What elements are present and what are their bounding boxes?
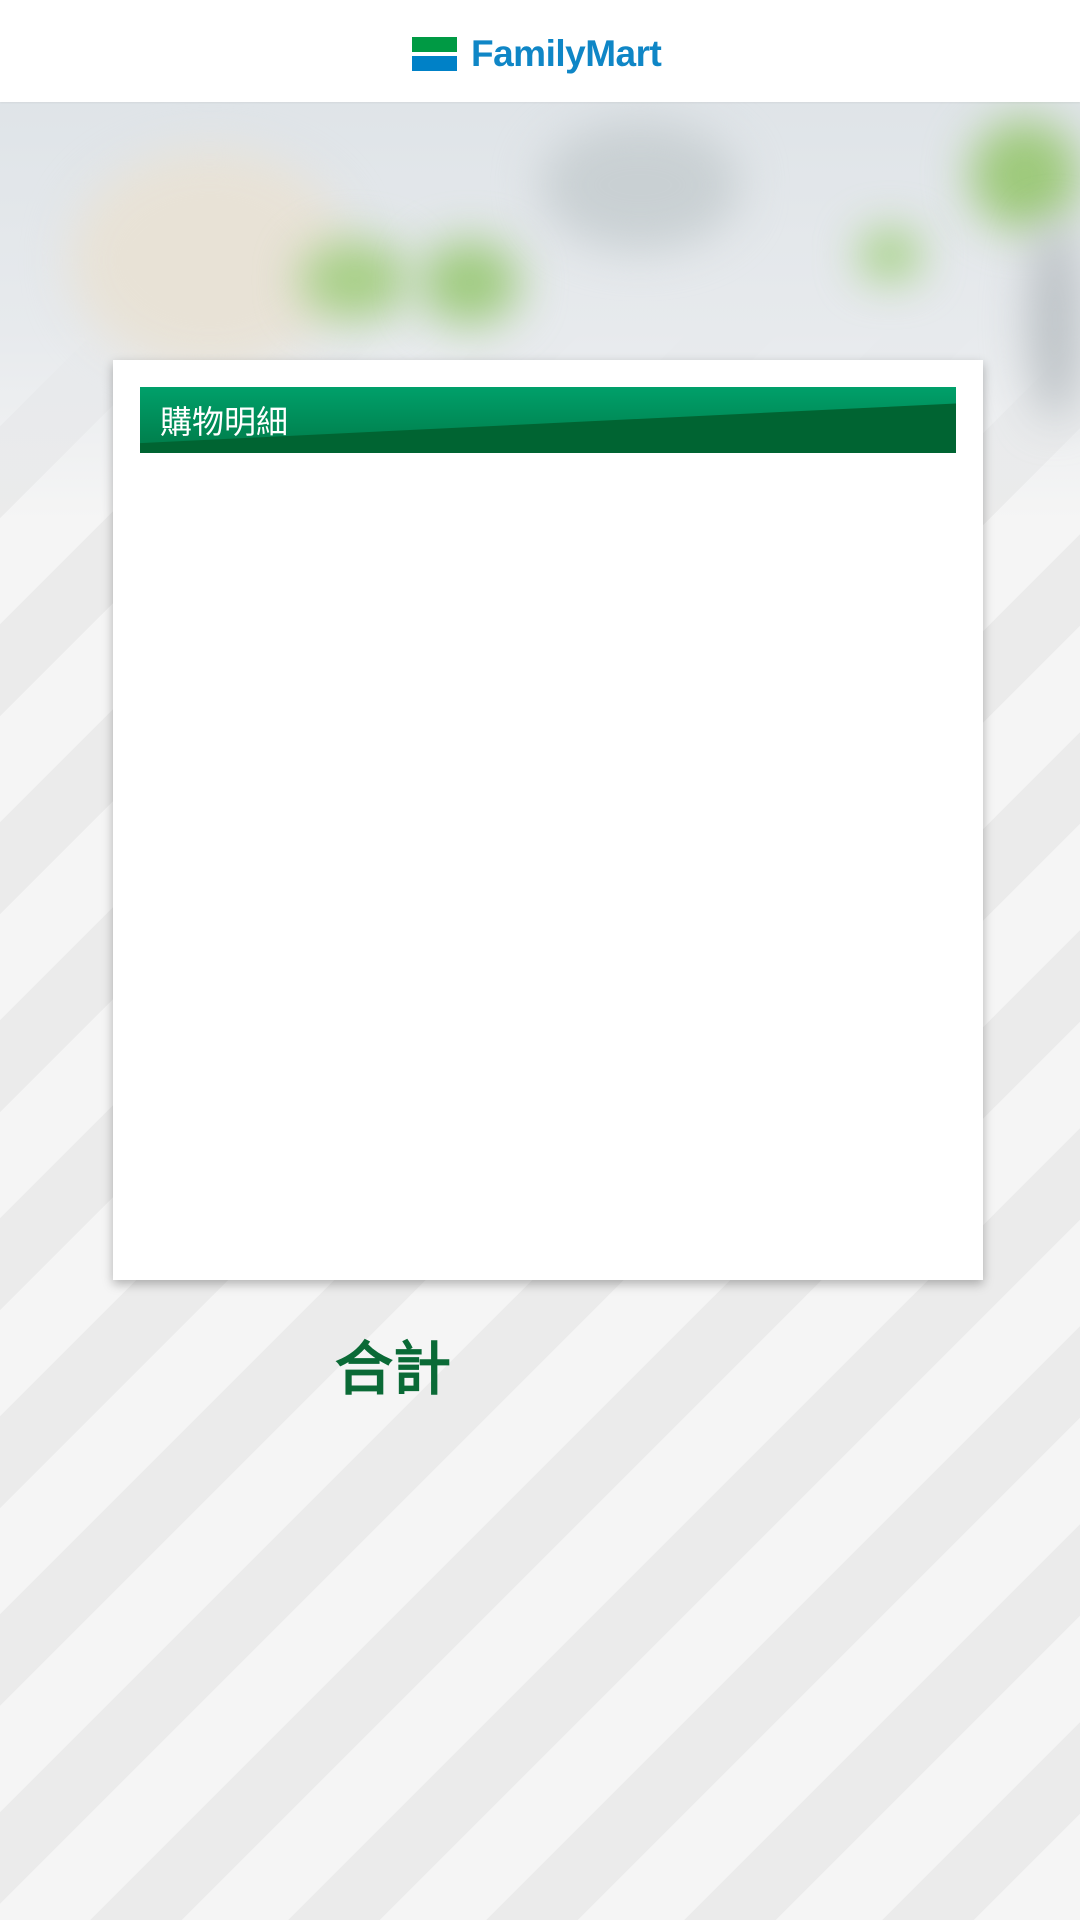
shopping-details-card: 購物明細 xyxy=(113,360,983,1280)
card-title: 購物明細 xyxy=(160,403,289,441)
familymart-stripes-icon xyxy=(412,37,457,71)
card-header: 購物明細 xyxy=(140,387,956,453)
total-label: 合計 xyxy=(335,1335,452,1403)
app-header: FamilyMart xyxy=(0,0,1080,102)
familymart-logo[interactable]: FamilyMart xyxy=(412,33,662,74)
receipt-page: FamilyMart 購物明細 合計 xyxy=(0,0,1080,1920)
logo-text: FamilyMart xyxy=(471,33,662,74)
shopping-items-list xyxy=(140,453,956,1253)
